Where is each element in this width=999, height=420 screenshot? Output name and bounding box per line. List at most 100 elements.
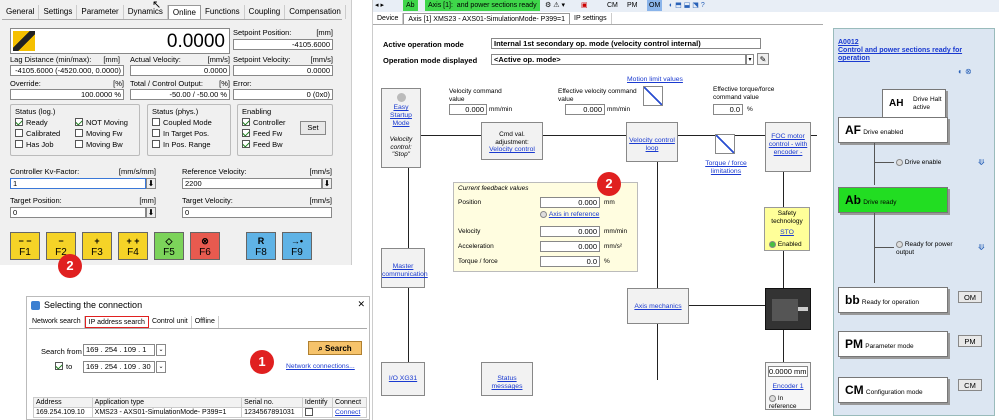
- status-messages-link[interactable]: Status messages: [482, 375, 532, 391]
- drive-enable-info-icon[interactable]: ⟱: [978, 158, 985, 167]
- state-bb[interactable]: bb Ready for operation: [838, 287, 948, 313]
- foc-link[interactable]: FOC motor control - with encoder -: [766, 133, 810, 157]
- fkey-f6-button[interactable]: ⊗ F6: [190, 232, 220, 260]
- status-log-ready-checkbox[interactable]: [15, 118, 23, 127]
- tab-dynamics[interactable]: Dynamics: [124, 5, 168, 19]
- status-log-ready[interactable]: Ready: [15, 118, 75, 127]
- identify-checkbox[interactable]: [304, 407, 313, 416]
- state-panel-tool-icons[interactable]: ◐ ⊗: [958, 67, 972, 76]
- status-phys-in-pos-range-checkbox[interactable]: [152, 140, 160, 149]
- status-log-has-job-checkbox[interactable]: [15, 140, 23, 149]
- enabling-feed-fw-checkbox[interactable]: [242, 129, 250, 138]
- target-position-enter-icon[interactable]: ⬇: [146, 207, 156, 218]
- dialog-tab-network-search[interactable]: Network search: [29, 316, 85, 328]
- status-log-has-job[interactable]: Has Job: [15, 140, 75, 149]
- edit-pencil-icon[interactable]: ✎: [757, 53, 769, 65]
- enabling-feed-fw[interactable]: Feed Fw: [242, 129, 286, 138]
- status-phys-in-target-pos-checkbox[interactable]: [152, 129, 160, 138]
- status-log-moving-bw[interactable]: Moving Bw: [75, 140, 139, 149]
- connect-link[interactable]: Connect: [335, 409, 360, 416]
- status-log-not-moving[interactable]: NOT Moving: [75, 118, 139, 127]
- toolbar-misc-icons[interactable]: ◐ ⬒ ⬓ ⬔ ?: [669, 0, 705, 11]
- status-phys-in-target-pos[interactable]: In Target Pos.: [152, 129, 212, 138]
- tab-compensation[interactable]: Compensation: [285, 5, 346, 19]
- enabling-controller[interactable]: Controller: [242, 118, 286, 127]
- target-position-input[interactable]: 0: [10, 207, 146, 218]
- torque-limitations-link[interactable]: Torque / force limitations: [701, 160, 751, 176]
- to-ip-dropdown-icon[interactable]: ⌄: [156, 361, 166, 373]
- toolbar-om-button[interactable]: OM: [647, 0, 663, 11]
- tab-functions[interactable]: Functions: [201, 5, 245, 19]
- status-log-moving-fw[interactable]: Moving Fw: [75, 129, 139, 138]
- pm-mode-button[interactable]: PM: [958, 335, 982, 347]
- velocity-control-loop-link[interactable]: Velocity control loop: [627, 137, 677, 153]
- tab-general[interactable]: General: [2, 5, 40, 19]
- status-phys-coupled-mode[interactable]: Coupled Mode: [152, 118, 212, 127]
- axis-mechanics-link[interactable]: Axis mechanics: [628, 303, 688, 311]
- toolbar-tools-icon[interactable]: ⚙ ⚠ ▾: [545, 0, 565, 11]
- state-ab[interactable]: Ab Drive ready: [838, 187, 948, 213]
- status-log-moving-fw-checkbox[interactable]: [75, 129, 83, 138]
- dialog-tab-offline[interactable]: Offline: [192, 316, 219, 328]
- status-log-moving-bw-checkbox[interactable]: [75, 140, 83, 149]
- sto-link[interactable]: STO: [765, 229, 809, 237]
- motion-limit-link[interactable]: Motion limit values: [627, 76, 683, 84]
- from-ip-input[interactable]: 169 . 254 . 109 . 1: [83, 344, 155, 356]
- state-ah[interactable]: AH Drive Halt active: [882, 89, 946, 119]
- fkey-f5-button[interactable]: ◇ F5: [154, 232, 184, 260]
- tab-online[interactable]: Online: [167, 5, 201, 19]
- kv-factor-enter-icon[interactable]: ⬇: [146, 178, 156, 189]
- kv-factor-input[interactable]: 1: [10, 178, 146, 189]
- status-log-not-moving-checkbox[interactable]: [75, 118, 83, 127]
- easy-startup-link[interactable]: Easy Startup Mode: [382, 104, 420, 128]
- network-connections-link[interactable]: Network connections...: [286, 363, 355, 371]
- tab-coupling[interactable]: Coupling: [245, 5, 286, 19]
- set-enabling-button[interactable]: Set: [300, 121, 326, 135]
- fkey-f4-button[interactable]: + + F4: [118, 232, 148, 260]
- reference-velocity-enter-icon[interactable]: ⬇: [322, 178, 332, 189]
- state-af[interactable]: AF Drive enabled: [838, 117, 948, 143]
- tab-parameter[interactable]: Parameter: [77, 5, 124, 19]
- io-xg31-link[interactable]: I/O XG31: [382, 375, 424, 383]
- state-cm[interactable]: CM Configuration mode: [838, 377, 948, 403]
- cm-mode-button[interactable]: CM: [958, 379, 982, 391]
- enabling-feed-bw-checkbox[interactable]: [242, 140, 250, 149]
- toolbar-pm-button[interactable]: PM: [627, 0, 638, 11]
- enabling-controller-checkbox[interactable]: [242, 118, 250, 127]
- axis-view-tab-0[interactable]: Device: [373, 13, 404, 24]
- dialog-tab-control-unit[interactable]: Control unit: [149, 316, 192, 328]
- motion-limit-graph-icon[interactable]: [643, 86, 663, 106]
- tab-settings[interactable]: Settings: [39, 5, 78, 19]
- fkey-f3-button[interactable]: + F3: [82, 232, 112, 260]
- to-checkbox[interactable]: [55, 362, 63, 371]
- target-velocity-input[interactable]: 0: [182, 207, 332, 218]
- axis-view-tab-2[interactable]: IP settings: [570, 13, 612, 24]
- toolbar-cm-button[interactable]: CM: [607, 0, 618, 11]
- velocity-control-link[interactable]: Velocity control: [482, 146, 542, 154]
- toolbar-arrows-icon[interactable]: ◂ ▸: [375, 0, 384, 11]
- state-pm[interactable]: PM Parameter mode: [838, 331, 948, 357]
- displayed-mode-select[interactable]: <Active op. mode>: [491, 54, 746, 65]
- fkey-f1-button[interactable]: − − F1: [10, 232, 40, 260]
- search-button[interactable]: ⌕ Search: [308, 341, 362, 355]
- status-log-calibrated-checkbox[interactable]: [15, 129, 23, 138]
- toolbar-stop-icon[interactable]: ▣: [581, 0, 588, 11]
- reference-velocity-input[interactable]: 2200: [182, 178, 322, 189]
- om-mode-button[interactable]: OM: [958, 291, 982, 303]
- table-cell-identify[interactable]: [301, 407, 334, 418]
- to-ip-input[interactable]: 169 . 254 . 109 . 30: [83, 361, 155, 373]
- encoder-1-link[interactable]: Encoder 1: [766, 383, 810, 391]
- enabling-feed-bw[interactable]: Feed Bw: [242, 140, 286, 149]
- from-ip-dropdown-icon[interactable]: ⌄: [156, 344, 166, 356]
- table-row[interactable]: 169.254.109.10 XMS23 - AXS01-SimulationMo…: [33, 407, 367, 418]
- fkey-f8-button[interactable]: R F8: [246, 232, 276, 260]
- status-phys-in-pos-range[interactable]: In Pos. Range: [152, 140, 212, 149]
- status-log-calibrated[interactable]: Calibrated: [15, 129, 75, 138]
- ready-power-info-icon[interactable]: ⟱: [978, 243, 985, 252]
- dialog-tab-ip-address-search[interactable]: IP address search: [84, 316, 149, 328]
- axis-view-tab-1[interactable]: Axis [1] XMS23 - AXS01-SimulationMode- P…: [403, 13, 571, 24]
- torque-limit-graph-icon[interactable]: [715, 134, 735, 154]
- status-phys-coupled-mode-checkbox[interactable]: [152, 118, 160, 127]
- fkey-f9-button[interactable]: →• F9: [282, 232, 312, 260]
- displayed-mode-dropdown-icon[interactable]: ▾: [746, 54, 754, 65]
